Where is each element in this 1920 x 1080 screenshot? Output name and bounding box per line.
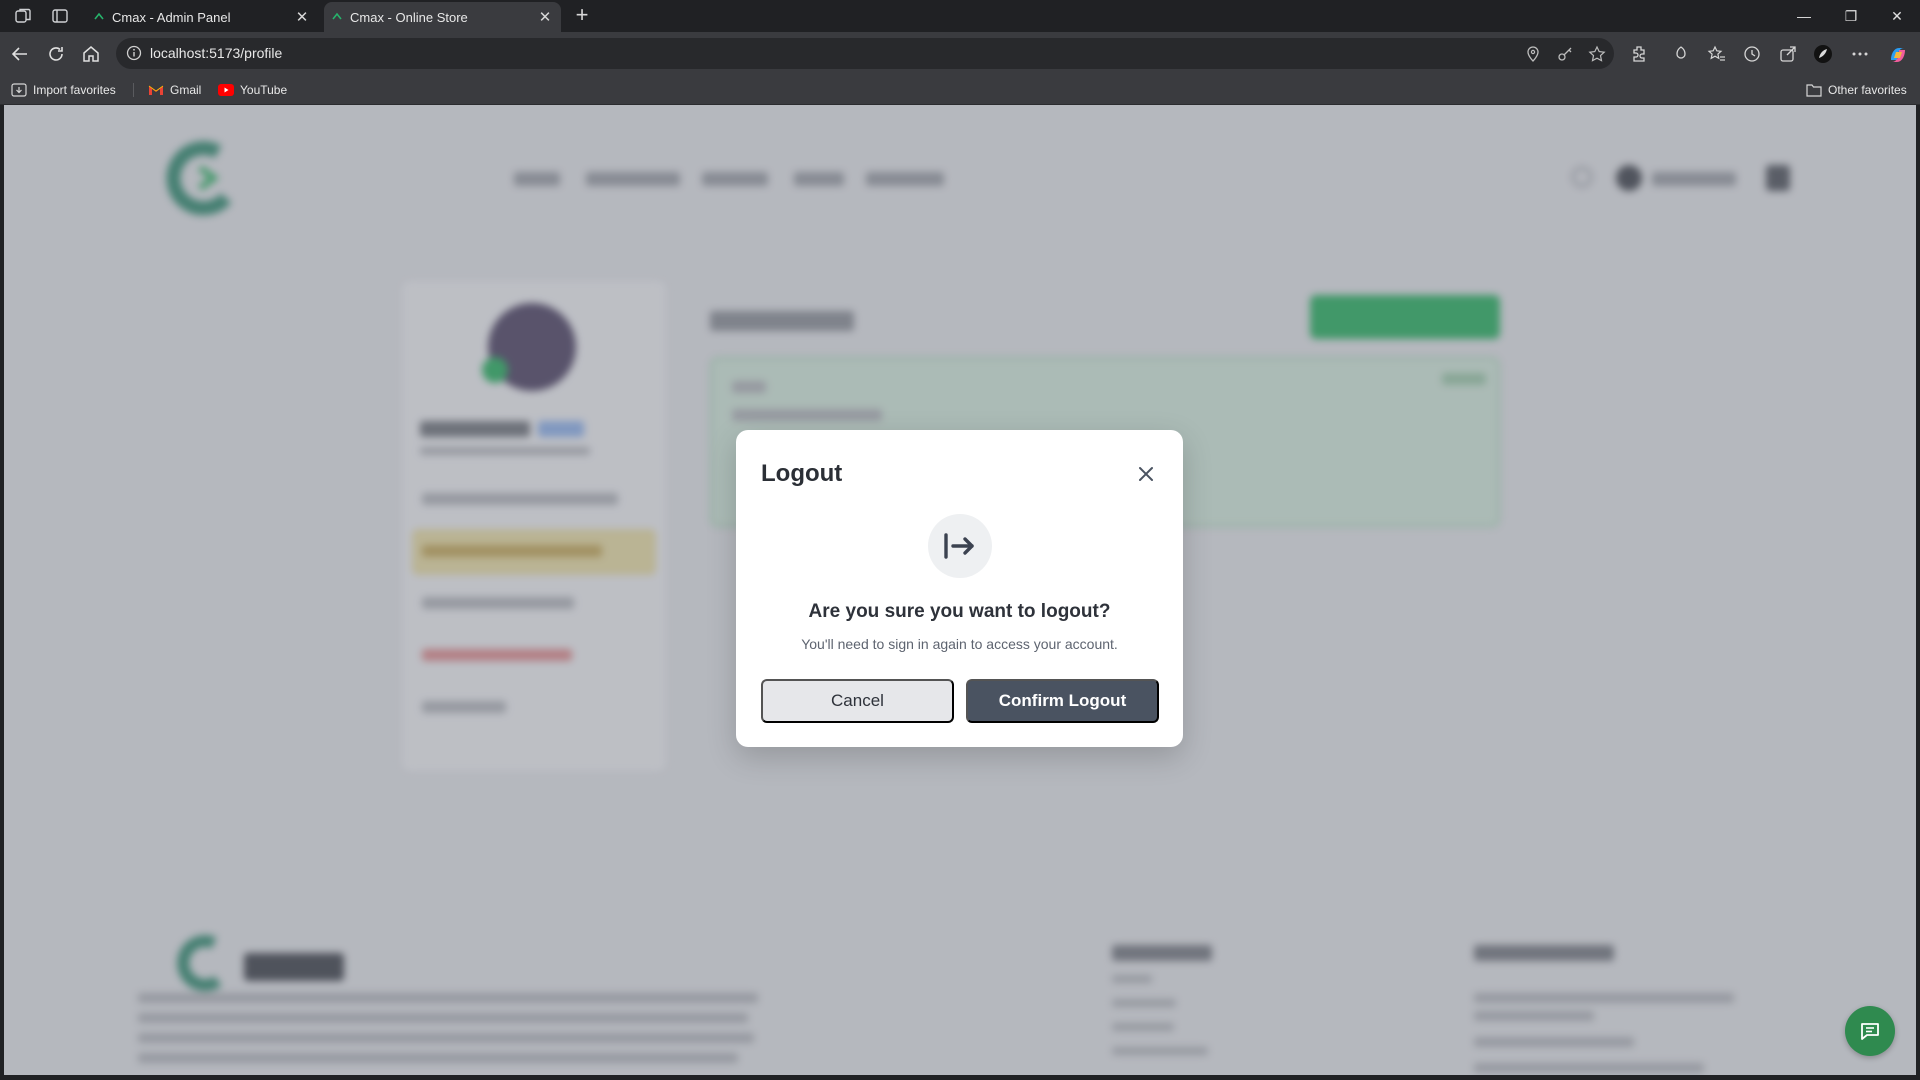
copilot-icon[interactable] [1887, 44, 1907, 64]
bookmark-label: Gmail [170, 83, 202, 97]
tab-title: Cmax - Online Store [350, 9, 468, 25]
minimize-button[interactable]: — [1789, 4, 1819, 28]
bookmark-gmail[interactable]: Gmail [148, 81, 201, 99]
bookmark-label: Import favorites [33, 83, 116, 97]
restore-button[interactable]: ❐ [1836, 4, 1866, 28]
share-icon[interactable] [1778, 44, 1798, 64]
bookmark-other-favorites[interactable]: Other favorites [1806, 81, 1907, 99]
window-bottom-edge [0, 1075, 1920, 1080]
url-text: localhost:5173/profile [150, 45, 283, 61]
home-button[interactable] [79, 42, 103, 66]
site-favicon-icon [94, 12, 104, 20]
refresh-button[interactable] [44, 42, 68, 66]
browser-tab-bar: Cmax - Admin Panel ✕ Cmax - Online Store… [0, 0, 1920, 32]
gmail-icon [148, 85, 164, 95]
favorites-icon[interactable] [1707, 44, 1727, 64]
history-icon[interactable] [1742, 44, 1762, 64]
dialog-heading: Are you sure you want to logout? [808, 601, 1111, 622]
browser-toolbar: localhost:5173/profile [0, 32, 1920, 75]
bookmarks-bar: Import favorites Gmail YouTube Other fav… [0, 75, 1920, 105]
tab-actions-icon[interactable] [50, 6, 70, 26]
bookmark-label: YouTube [240, 83, 288, 97]
bookmark-import-favorites[interactable]: Import favorites [11, 81, 116, 99]
tab-admin-panel[interactable]: Cmax - Admin Panel ✕ [86, 2, 318, 32]
bookmark-divider [133, 83, 134, 97]
close-icon[interactable] [1134, 462, 1158, 486]
bookmark-label: Other favorites [1828, 83, 1907, 97]
favorite-star-icon[interactable] [1588, 45, 1606, 63]
profile-avatar-icon[interactable] [1813, 44, 1833, 64]
browser-essentials-icon[interactable] [1671, 44, 1691, 64]
tab-title: Cmax - Admin Panel [112, 9, 231, 25]
logout-dialog: Logout Are you sure you want to logout? … [736, 430, 1183, 747]
back-button[interactable] [8, 42, 32, 66]
tab-online-store[interactable]: Cmax - Online Store ✕ [324, 2, 561, 32]
dialog-subtext: You'll need to sign in again to access y… [801, 636, 1118, 652]
bookmark-youtube[interactable]: YouTube [218, 81, 287, 99]
youtube-icon [218, 84, 234, 96]
chat-support-button[interactable] [1845, 1006, 1895, 1056]
close-tab-icon[interactable]: ✕ [533, 5, 557, 29]
close-tab-icon[interactable]: ✕ [290, 5, 314, 29]
cancel-button[interactable]: Cancel [761, 679, 954, 723]
location-icon[interactable] [1524, 45, 1542, 63]
logout-arrow-icon [944, 533, 974, 559]
password-key-icon[interactable] [1556, 45, 1574, 63]
new-tab-button[interactable]: + [570, 4, 594, 28]
dialog-title: Logout [761, 460, 843, 487]
more-options-icon[interactable] [1850, 44, 1870, 64]
logout-icon-badge [928, 514, 992, 578]
chat-icon [1861, 1023, 1879, 1040]
site-favicon-icon [332, 12, 342, 20]
extensions-icon[interactable] [1630, 44, 1650, 64]
address-bar[interactable]: localhost:5173/profile [116, 38, 1614, 69]
confirm-logout-button[interactable]: Confirm Logout [966, 679, 1159, 723]
folder-icon [1806, 84, 1822, 97]
site-info-icon[interactable] [126, 45, 142, 61]
close-window-button[interactable]: ✕ [1882, 4, 1912, 28]
workspaces-icon[interactable] [13, 6, 33, 26]
import-icon [11, 83, 27, 97]
